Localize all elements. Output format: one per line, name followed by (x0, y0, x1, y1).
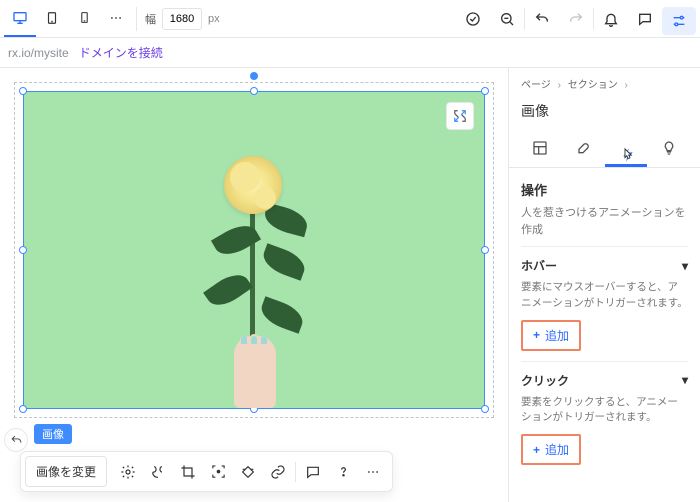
animation-icon[interactable] (143, 457, 173, 487)
crumb-section[interactable]: セクション (568, 80, 618, 91)
device-desktop-button[interactable] (4, 0, 36, 37)
click-add-button[interactable]: + 追加 (521, 434, 581, 465)
tab-design[interactable] (562, 131, 605, 167)
interactions-sub: 人を惹きつけるアニメーションを作成 (521, 205, 688, 238)
crumb-page[interactable]: ページ (521, 80, 551, 91)
site-url: rx.io/mysite (8, 46, 69, 60)
selected-image[interactable] (24, 92, 484, 408)
change-image-button[interactable]: 画像を変更 (25, 456, 107, 487)
canvas-width-control: 幅 px (145, 8, 220, 30)
width-unit: px (208, 13, 220, 25)
device-more-button[interactable] (100, 0, 132, 37)
interactions-heading: 操作 (521, 180, 688, 199)
tab-tips[interactable] (647, 131, 690, 167)
url-bar: rx.io/mysite ドメインを接続 (0, 38, 700, 68)
crop-icon[interactable] (173, 457, 203, 487)
breadcrumb[interactable]: ページ › セクション › (521, 76, 688, 91)
help-icon[interactable] (328, 457, 358, 487)
selection-tag: 画像 (34, 424, 72, 444)
expand-icon[interactable] (446, 102, 474, 130)
notifications-icon[interactable] (594, 0, 628, 37)
panel-tabs (509, 131, 700, 168)
resize-handle-tr[interactable] (481, 87, 489, 95)
hover-accordion-toggle[interactable]: ホバー ▾ (521, 257, 688, 274)
width-label: 幅 (145, 11, 156, 27)
hover-description: 要素にマウスオーバーすると、アニメーションがトリガーされます。 (521, 280, 688, 312)
plus-icon: + (533, 328, 540, 342)
resize-handle-ml[interactable] (19, 246, 27, 254)
resize-handle-bl[interactable] (19, 405, 27, 413)
chevron-right-icon: › (558, 80, 561, 91)
flower-illustration (194, 128, 314, 408)
hover-add-button[interactable]: + 追加 (521, 320, 581, 351)
resize-handle-tc[interactable] (250, 87, 258, 95)
chevron-down-icon: ▾ (682, 373, 688, 387)
mask-shape-icon[interactable] (233, 457, 263, 487)
check-circle-icon[interactable] (456, 0, 490, 37)
settings-panel-toggle[interactable] (662, 7, 696, 35)
resize-handle-tl[interactable] (19, 87, 27, 95)
hover-title: ホバー (521, 257, 557, 274)
element-toolbar: 画像を変更 (20, 451, 393, 492)
resize-handle-mr[interactable] (481, 246, 489, 254)
click-accordion-toggle[interactable]: クリック ▾ (521, 372, 688, 389)
comment-icon[interactable] (298, 457, 328, 487)
zoom-out-icon[interactable] (490, 0, 524, 37)
redo-button[interactable] (559, 0, 593, 37)
panel-title: 画像 (521, 101, 688, 121)
canvas-history-button[interactable] (4, 428, 28, 452)
device-tablet-button[interactable] (36, 0, 68, 37)
canvas-section[interactable] (14, 82, 494, 418)
undo-button[interactable] (525, 0, 559, 37)
comments-icon[interactable] (628, 0, 662, 37)
plus-icon: + (533, 443, 540, 457)
connect-domain-link[interactable]: ドメインを接続 (79, 44, 163, 61)
click-add-label: 追加 (545, 441, 569, 458)
click-section: クリック ▾ 要素をクリックすると、アニメーションがトリガーされます。 + 追加 (521, 361, 688, 476)
settings-gear-icon[interactable] (113, 457, 143, 487)
more-icon[interactable] (358, 457, 388, 487)
resize-handle-br[interactable] (481, 405, 489, 413)
tab-layout[interactable] (519, 131, 562, 167)
tab-interactions[interactable] (605, 131, 648, 167)
chevron-down-icon: ▾ (682, 259, 688, 273)
width-input[interactable] (162, 8, 202, 30)
click-description: 要素をクリックすると、アニメーションがトリガーされます。 (521, 395, 688, 427)
device-mobile-button[interactable] (68, 0, 100, 37)
hover-section: ホバー ▾ 要素にマウスオーバーすると、アニメーションがトリガーされます。 + … (521, 246, 688, 361)
top-toolbar: 幅 px (0, 0, 700, 38)
hover-add-label: 追加 (545, 327, 569, 344)
rotate-handle[interactable] (250, 72, 258, 80)
selection-frame[interactable] (23, 91, 485, 409)
focal-point-icon[interactable] (203, 457, 233, 487)
properties-panel: ページ › セクション › 画像 操作 人を惹きつけるアニメーション (508, 68, 700, 502)
click-title: クリック (521, 372, 569, 389)
link-icon[interactable] (263, 457, 293, 487)
chevron-right-icon: › (625, 80, 628, 91)
